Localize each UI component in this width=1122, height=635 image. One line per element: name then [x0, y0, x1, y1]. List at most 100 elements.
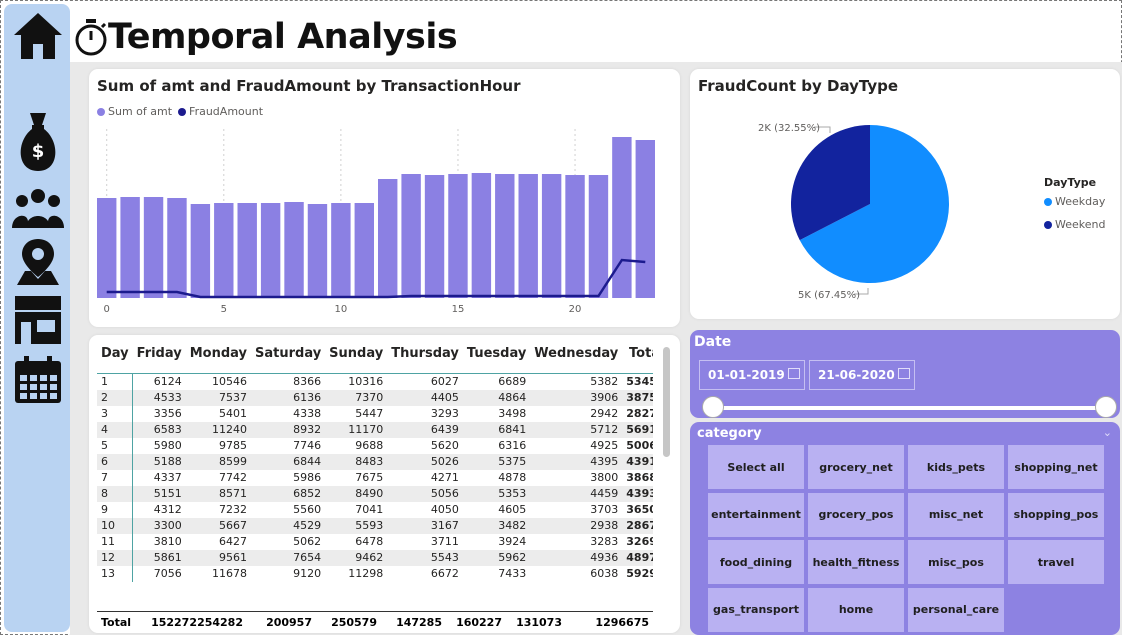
category-tile-grocery_net[interactable]: grocery_net [808, 445, 904, 489]
table-row[interactable]: 10330056674529559331673482293828676 [97, 517, 653, 534]
date-end-input[interactable]: 21-06-2020 [809, 360, 915, 390]
bar-hour-19[interactable] [541, 174, 562, 298]
table-row[interactable]: 11381064275062647837113924328332695 [97, 533, 653, 550]
bar-hour-9[interactable] [307, 204, 328, 298]
bar-hour-1[interactable] [120, 197, 140, 298]
column-header-total[interactable]: Total [622, 343, 653, 374]
money-bag-icon[interactable]: $ [12, 110, 64, 174]
matrix-total-row: Total 152272 254282 200957 250579 147285 16022… [97, 611, 653, 631]
table-row[interactable]: 465831124089321117064396841571256917 [97, 421, 653, 438]
chevron-down-icon[interactable]: ⌄ [1103, 426, 1112, 439]
bar-hour-16[interactable] [471, 173, 492, 298]
table-row[interactable]: 7433777425986767542714878380038689 [97, 469, 653, 486]
category-tile-travel[interactable]: travel [1008, 540, 1104, 584]
bar-hour-14[interactable] [424, 175, 445, 298]
table-scrollbar[interactable] [663, 347, 670, 457]
day-matrix-card[interactable]: Day Friday Monday Saturday Sunday Thursday Tue… [89, 335, 680, 633]
bar-hour-13[interactable] [401, 174, 421, 298]
bar-hour-20[interactable] [565, 175, 585, 298]
table-cell: 6672 [387, 565, 463, 582]
bar-hour-18[interactable] [518, 174, 538, 298]
table-row[interactable]: 161241054683661031660276689538253450 [97, 373, 653, 390]
date-range-track[interactable] [712, 406, 1106, 410]
table-cell: 9785 [185, 437, 251, 454]
users-icon[interactable] [12, 182, 64, 234]
calendar-icon[interactable] [788, 368, 800, 379]
daytype-pie-card[interactable]: FraudCount by DayType 2K (32.55%) 5K (67.… [690, 69, 1120, 319]
bar-hour-11[interactable] [354, 203, 374, 298]
table-row[interactable]: 1370561167891201129866727433603859295 [97, 565, 653, 582]
column-header-friday[interactable]: Friday [133, 343, 186, 374]
store-icon[interactable] [12, 294, 64, 346]
bar-hour-2[interactable] [143, 197, 164, 298]
date-range-end-handle[interactable] [1095, 396, 1117, 418]
total-cell: 250579 [331, 616, 377, 629]
table-row[interactable]: 12586195617654946255435962493648979 [97, 549, 653, 566]
category-tile-home[interactable]: home [808, 587, 904, 632]
bar-hour-10[interactable] [331, 203, 351, 298]
column-header-thursday[interactable]: Thursday [387, 343, 463, 374]
table-row[interactable]: 8515185716852849050565353445943932 [97, 485, 653, 502]
category-tile-grocery_pos[interactable]: grocery_pos [808, 492, 904, 537]
table-cell: 6583 [132, 421, 186, 438]
category-tile-misc_net[interactable]: misc_net [908, 492, 1004, 537]
calendar-icon[interactable] [12, 354, 64, 406]
pie-legend-weekend[interactable]: Weekend [1044, 218, 1105, 231]
bar-hour-15[interactable] [448, 174, 468, 298]
table-cell: 5151 [132, 485, 186, 502]
bar-hour-12[interactable] [378, 179, 398, 298]
pie-plot[interactable]: 2K (32.55%) 5K (67.45%) [690, 69, 1120, 319]
table-row[interactable]: 6518885996844848350265375439543910 [97, 453, 653, 470]
category-tile-entertainment[interactable]: entertainment [708, 492, 804, 537]
bar-hour-22[interactable] [612, 137, 632, 298]
category-tile-shopping_net[interactable]: shopping_net [1008, 445, 1104, 489]
table-cell: 7746 [251, 437, 326, 454]
bar-hour-23[interactable] [635, 140, 655, 298]
category-tile-misc_pos[interactable]: misc_pos [908, 540, 1004, 584]
home-icon[interactable] [12, 10, 64, 62]
date-range-start-handle[interactable] [702, 396, 724, 418]
table-cell: 4395 [530, 453, 623, 470]
category-tile-gas_transport[interactable]: gas_transport [708, 587, 804, 632]
date-slicer: Date 01-01-2019 21-06-2020 [690, 330, 1120, 418]
table-cell: 53450 [622, 373, 653, 390]
bar-hour-4[interactable] [190, 204, 211, 298]
category-tile-select-all[interactable]: Select all [708, 445, 804, 489]
table-cell: 6844 [251, 453, 326, 470]
category-tile-food_dining[interactable]: food_dining [708, 540, 804, 584]
table-row[interactable]: 5598097857746968856206316492550060 [97, 437, 653, 454]
table-cell: 7654 [251, 549, 326, 566]
bar-hour-5[interactable] [214, 203, 234, 298]
bar-hour-21[interactable] [588, 175, 609, 298]
category-tile-shopping_pos[interactable]: shopping_pos [1008, 492, 1104, 537]
bar-hour-8[interactable] [284, 202, 304, 298]
category-tile-personal_care[interactable]: personal_care [908, 587, 1004, 632]
bar-hour-3[interactable] [167, 198, 187, 298]
date-start-input[interactable]: 01-01-2019 [699, 360, 805, 390]
table-row[interactable]: 9431272325560704140504605370336503 [97, 501, 653, 518]
bar-hour-17[interactable] [495, 174, 515, 298]
sidebar: $ [4, 4, 70, 632]
bar-hour-0[interactable] [97, 198, 117, 298]
hourly-amount-chart-card[interactable]: Sum of amt and FraudAmount by Transactio… [89, 69, 680, 327]
map-pin-icon[interactable] [12, 236, 64, 288]
column-header-sunday[interactable]: Sunday [325, 343, 387, 374]
pie-legend-weekday[interactable]: Weekday [1044, 195, 1105, 208]
column-header-wednesday[interactable]: Wednesday [530, 343, 622, 374]
table-row[interactable]: 3335654014338544732933498294228275 [97, 405, 653, 422]
column-header-day[interactable]: Day [97, 343, 133, 374]
table-cell: 6038 [530, 565, 623, 582]
bar-line-plot[interactable]: 0 5 10 15 20 [89, 69, 680, 327]
column-header-monday[interactable]: Monday [186, 343, 251, 374]
bar-hour-6[interactable] [237, 203, 257, 298]
column-header-tuesday[interactable]: Tuesday [463, 343, 530, 374]
category-tile-kids_pets[interactable]: kids_pets [908, 445, 1004, 489]
matrix-table-wrap: Day Friday Monday Saturday Sunday Thursday Tue… [97, 343, 653, 625]
bar-hour-7[interactable] [260, 203, 281, 298]
fraud-amount-line[interactable] [106, 258, 646, 299]
column-header-saturday[interactable]: Saturday [251, 343, 325, 374]
table-cell: 4312 [132, 501, 186, 518]
category-tile-health_fitness[interactable]: health_fitness [808, 540, 904, 584]
table-row[interactable]: 2453375376136737044054864390638751 [97, 389, 653, 406]
calendar-icon[interactable] [898, 368, 910, 379]
